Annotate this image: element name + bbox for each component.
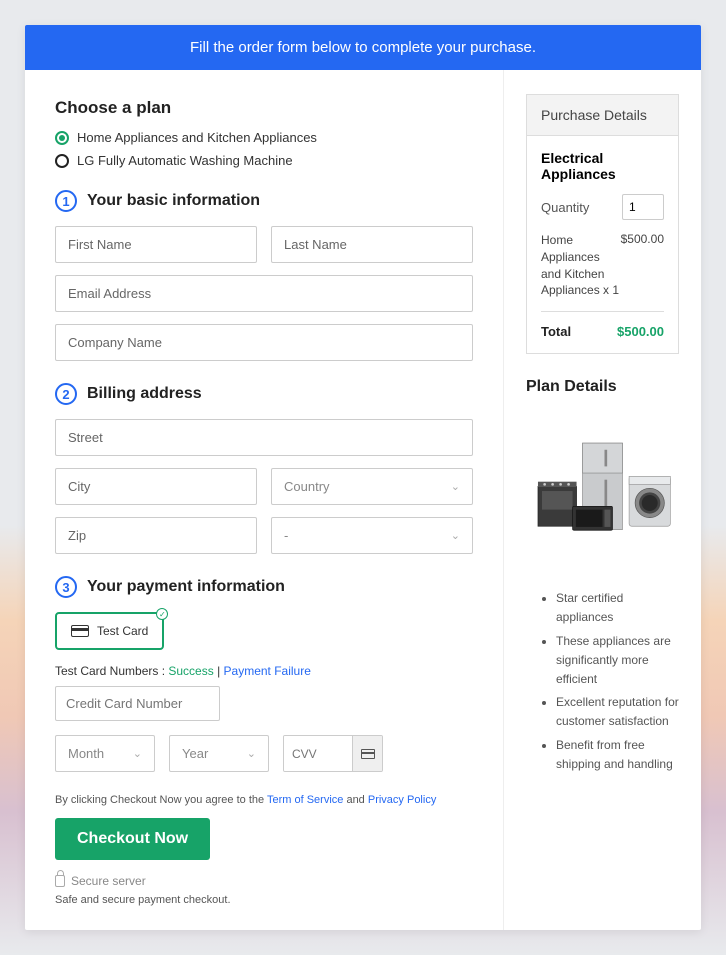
street-input[interactable] xyxy=(55,419,473,456)
test-line-prefix: Test Card Numbers : xyxy=(55,664,168,678)
check-icon: ✓ xyxy=(156,608,168,620)
credit-card-icon xyxy=(71,625,89,637)
quantity-input[interactable] xyxy=(622,194,664,220)
content: Choose a plan Home Appliances and Kitche… xyxy=(25,70,701,930)
month-select-label: Month xyxy=(68,746,104,761)
terms-and: and xyxy=(343,794,367,806)
safe-text: Safe and secure payment checkout. xyxy=(55,894,473,906)
total-value: $500.00 xyxy=(617,324,664,339)
year-select[interactable]: Year ⌄ xyxy=(169,735,269,772)
credit-card-input[interactable] xyxy=(55,686,220,721)
choose-plan-title: Choose a plan xyxy=(55,98,473,118)
left-column: Choose a plan Home Appliances and Kitche… xyxy=(25,70,504,930)
chevron-down-icon: ⌄ xyxy=(451,529,460,542)
last-name-input[interactable] xyxy=(271,226,473,263)
cvv-card-icon xyxy=(352,736,382,771)
radio-unchecked-icon xyxy=(55,154,69,168)
plan-details-title: Plan Details xyxy=(526,378,679,396)
test-pipe: | xyxy=(214,664,224,678)
test-failure-link[interactable]: Payment Failure xyxy=(224,664,311,678)
purchase-details-header: Purchase Details xyxy=(527,95,678,136)
secure-server-line: Secure server xyxy=(55,874,473,888)
privacy-link[interactable]: Privacy Policy xyxy=(368,794,436,806)
step-1-title: Your basic information xyxy=(87,192,260,210)
country-select-label: Country xyxy=(284,479,330,494)
plan-bullets: Star certified appliances These applianc… xyxy=(526,589,679,774)
bullet-2: These appliances are significantly more … xyxy=(556,632,679,690)
step-2-title: Billing address xyxy=(87,385,202,403)
appliances-image xyxy=(526,408,679,578)
terms-prefix: By clicking Checkout Now you agree to th… xyxy=(55,794,267,806)
purchase-details-body: Electrical Appliances Quantity Home Appl… xyxy=(527,136,678,353)
quantity-label: Quantity xyxy=(541,200,589,215)
step-3-number: 3 xyxy=(55,576,77,598)
state-select-label: - xyxy=(284,528,288,543)
cvv-input[interactable] xyxy=(284,736,352,771)
quantity-row: Quantity xyxy=(541,194,664,220)
zip-input[interactable] xyxy=(55,517,257,554)
step-1-number: 1 xyxy=(55,190,77,212)
city-input[interactable] xyxy=(55,468,257,505)
plan-option-2[interactable]: LG Fully Automatic Washing Machine xyxy=(55,153,473,168)
chevron-down-icon: ⌄ xyxy=(133,747,142,760)
year-select-label: Year xyxy=(182,746,208,761)
plan-option-2-label: LG Fully Automatic Washing Machine xyxy=(77,153,293,168)
checkout-card: Fill the order form below to complete yo… xyxy=(25,25,701,930)
tos-link[interactable]: Term of Service xyxy=(267,794,343,806)
test-card-numbers-line: Test Card Numbers : Success | Payment Fa… xyxy=(55,664,473,678)
email-input[interactable] xyxy=(55,275,473,312)
line-item-desc: Home Appliances and Kitchen Appliances x… xyxy=(541,232,621,299)
line-item: Home Appliances and Kitchen Appliances x… xyxy=(541,232,664,299)
step-2-header: 2 Billing address xyxy=(55,383,473,405)
first-name-input[interactable] xyxy=(55,226,257,263)
purchase-details-box: Purchase Details Electrical Appliances Q… xyxy=(526,94,679,354)
total-row: Total $500.00 xyxy=(541,311,664,339)
chevron-down-icon: ⌄ xyxy=(451,480,460,493)
bullet-1: Star certified appliances xyxy=(556,589,679,627)
purchase-category: Electrical Appliances xyxy=(541,150,664,182)
cvv-wrap xyxy=(283,735,383,772)
terms-line: By clicking Checkout Now you agree to th… xyxy=(55,794,473,806)
line-item-price: $500.00 xyxy=(621,232,664,299)
checkout-button[interactable]: Checkout Now xyxy=(55,818,210,860)
plan-option-1[interactable]: Home Appliances and Kitchen Appliances xyxy=(55,130,473,145)
month-select[interactable]: Month ⌄ xyxy=(55,735,155,772)
step-1-header: 1 Your basic information xyxy=(55,190,473,212)
state-select[interactable]: - ⌄ xyxy=(271,517,473,554)
step-3-header: 3 Your payment information xyxy=(55,576,473,598)
right-column: Purchase Details Electrical Appliances Q… xyxy=(504,70,701,930)
plan-option-1-label: Home Appliances and Kitchen Appliances xyxy=(77,130,317,145)
radio-checked-icon xyxy=(55,131,69,145)
test-card-chip[interactable]: Test Card ✓ xyxy=(55,612,164,650)
header-banner: Fill the order form below to complete yo… xyxy=(25,25,701,70)
lock-icon xyxy=(55,875,65,887)
country-select[interactable]: Country ⌄ xyxy=(271,468,473,505)
step-3-title: Your payment information xyxy=(87,578,285,596)
company-input[interactable] xyxy=(55,324,473,361)
chevron-down-icon: ⌄ xyxy=(247,747,256,760)
test-card-chip-label: Test Card xyxy=(97,624,148,638)
step-2-number: 2 xyxy=(55,383,77,405)
test-success-link[interactable]: Success xyxy=(168,664,213,678)
bullet-3: Excellent reputation for customer satisf… xyxy=(556,693,679,731)
total-label: Total xyxy=(541,324,571,339)
secure-server-label: Secure server xyxy=(71,874,146,888)
bullet-4: Benefit from free shipping and handling xyxy=(556,736,679,774)
